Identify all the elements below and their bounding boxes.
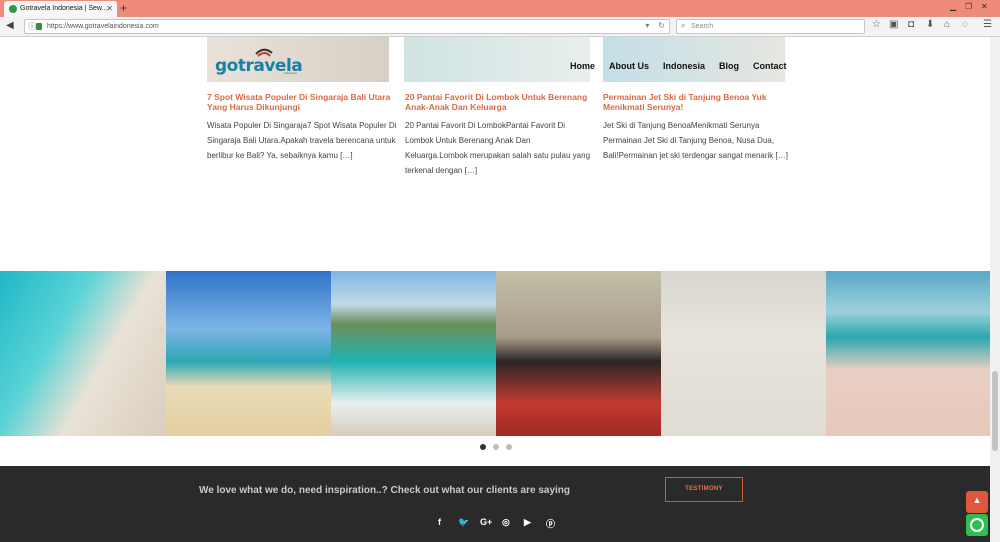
menu-home[interactable]: Home: [570, 61, 595, 71]
twitter-icon[interactable]: 🐦: [458, 517, 469, 528]
url-text: https://www.gotravelaindonesia.com: [47, 23, 159, 30]
url-bar[interactable]: ⓘ https://www.gotravelaindonesia.com ▾ ↻: [24, 19, 670, 34]
reading-list-icon[interactable]: ▣: [889, 19, 898, 30]
tab-close-icon[interactable]: ✕: [106, 4, 113, 13]
menu-contact[interactable]: Contact: [753, 61, 787, 71]
logo-subtext: indonesia: [284, 71, 297, 75]
aerial-beach-image[interactable]: [0, 271, 166, 436]
reload-icon[interactable]: ▾ ↻: [645, 21, 665, 30]
post-title[interactable]: 20 Pantai Favorit Di Lombok Untuk Berena…: [405, 92, 595, 112]
tripadvisor-icon[interactable]: ◎: [502, 517, 510, 528]
whatsapp-button[interactable]: [966, 514, 988, 536]
search-icon: ⌕: [681, 21, 686, 30]
lock-icon: [36, 23, 42, 30]
chat-icon[interactable]: ◌: [962, 19, 968, 30]
carousel-dot-active[interactable]: [480, 444, 486, 450]
bookmark-star-icon[interactable]: ☆: [872, 19, 881, 30]
post-title[interactable]: 7 Spot Wisata Populer Di Singaraja Bali …: [207, 92, 397, 112]
menu-about-us[interactable]: About Us: [609, 61, 649, 71]
close-window-icon[interactable]: ✕: [981, 2, 988, 11]
testimony-button[interactable]: TESTIMONY: [665, 477, 743, 502]
coastline-image[interactable]: [331, 271, 496, 436]
minimize-icon[interactable]: ▁: [950, 2, 956, 11]
tab-title: Gotravela Indonesia | Sew...: [20, 5, 108, 12]
menu-blog[interactable]: Blog: [719, 61, 739, 71]
post-excerpt: 20 Pantai Favorit Di LombokPantai Favori…: [405, 121, 591, 175]
new-tab-icon[interactable]: +: [120, 1, 127, 15]
image-gallery: [0, 271, 990, 436]
chevron-up-icon: ▲: [972, 495, 982, 505]
maximize-icon[interactable]: ❐: [965, 2, 972, 11]
menu-indonesia[interactable]: Indonesia: [663, 61, 705, 71]
footer-tagline: We love what we do, need inspiration..? …: [199, 485, 571, 496]
youtube-icon[interactable]: ▶: [524, 517, 531, 528]
post-image[interactable]: [603, 37, 785, 82]
carousel-dot[interactable]: [493, 444, 499, 450]
page-scrollbar[interactable]: [990, 37, 1000, 542]
browser-titlebar: Gotravela Indonesia | Sew... ✕ + ▁ ❐ ✕: [0, 0, 1000, 17]
footer: [0, 466, 990, 542]
carousel-dot[interactable]: [506, 444, 512, 450]
pinterest-icon[interactable]: ⓟ: [546, 517, 555, 530]
back-to-top-button[interactable]: ▲: [966, 491, 988, 513]
search-placeholder: Search: [691, 23, 714, 30]
browser-navbar: ◀ ⓘ https://www.gotravelaindonesia.com ▾…: [0, 17, 1000, 37]
post-excerpt: Wisata Populer Di Singaraja7 Spot Wisata…: [207, 121, 397, 160]
google-plus-icon[interactable]: G+: [480, 517, 492, 527]
pocket-icon[interactable]: ◘: [908, 19, 914, 30]
bicycle-beach-image[interactable]: [826, 271, 990, 436]
browser-tab[interactable]: Gotravela Indonesia | Sew... ✕: [4, 1, 117, 17]
couple-scooter-image[interactable]: [496, 271, 661, 436]
scrollbar-thumb[interactable]: [992, 371, 998, 451]
woman-sand-image[interactable]: [661, 271, 826, 436]
info-icon[interactable]: ⓘ: [28, 21, 36, 32]
post-image[interactable]: [404, 37, 590, 82]
site-favicon-icon: [9, 5, 17, 13]
download-icon[interactable]: ⬇: [926, 19, 934, 30]
search-input[interactable]: ⌕ Search: [676, 19, 865, 34]
whatsapp-icon: [970, 518, 984, 532]
beach-driftwood-image[interactable]: [166, 271, 331, 436]
home-icon[interactable]: ⌂: [944, 19, 950, 30]
post-title[interactable]: Permainan Jet Ski di Tanjung Benoa Yuk M…: [603, 92, 793, 112]
facebook-icon[interactable]: f: [438, 517, 441, 527]
menu-icon[interactable]: ☰: [983, 19, 992, 30]
back-icon[interactable]: ◀: [6, 20, 14, 31]
post-excerpt: Jet Ski di Tanjung BenoaMenikmati Seruny…: [603, 121, 788, 160]
